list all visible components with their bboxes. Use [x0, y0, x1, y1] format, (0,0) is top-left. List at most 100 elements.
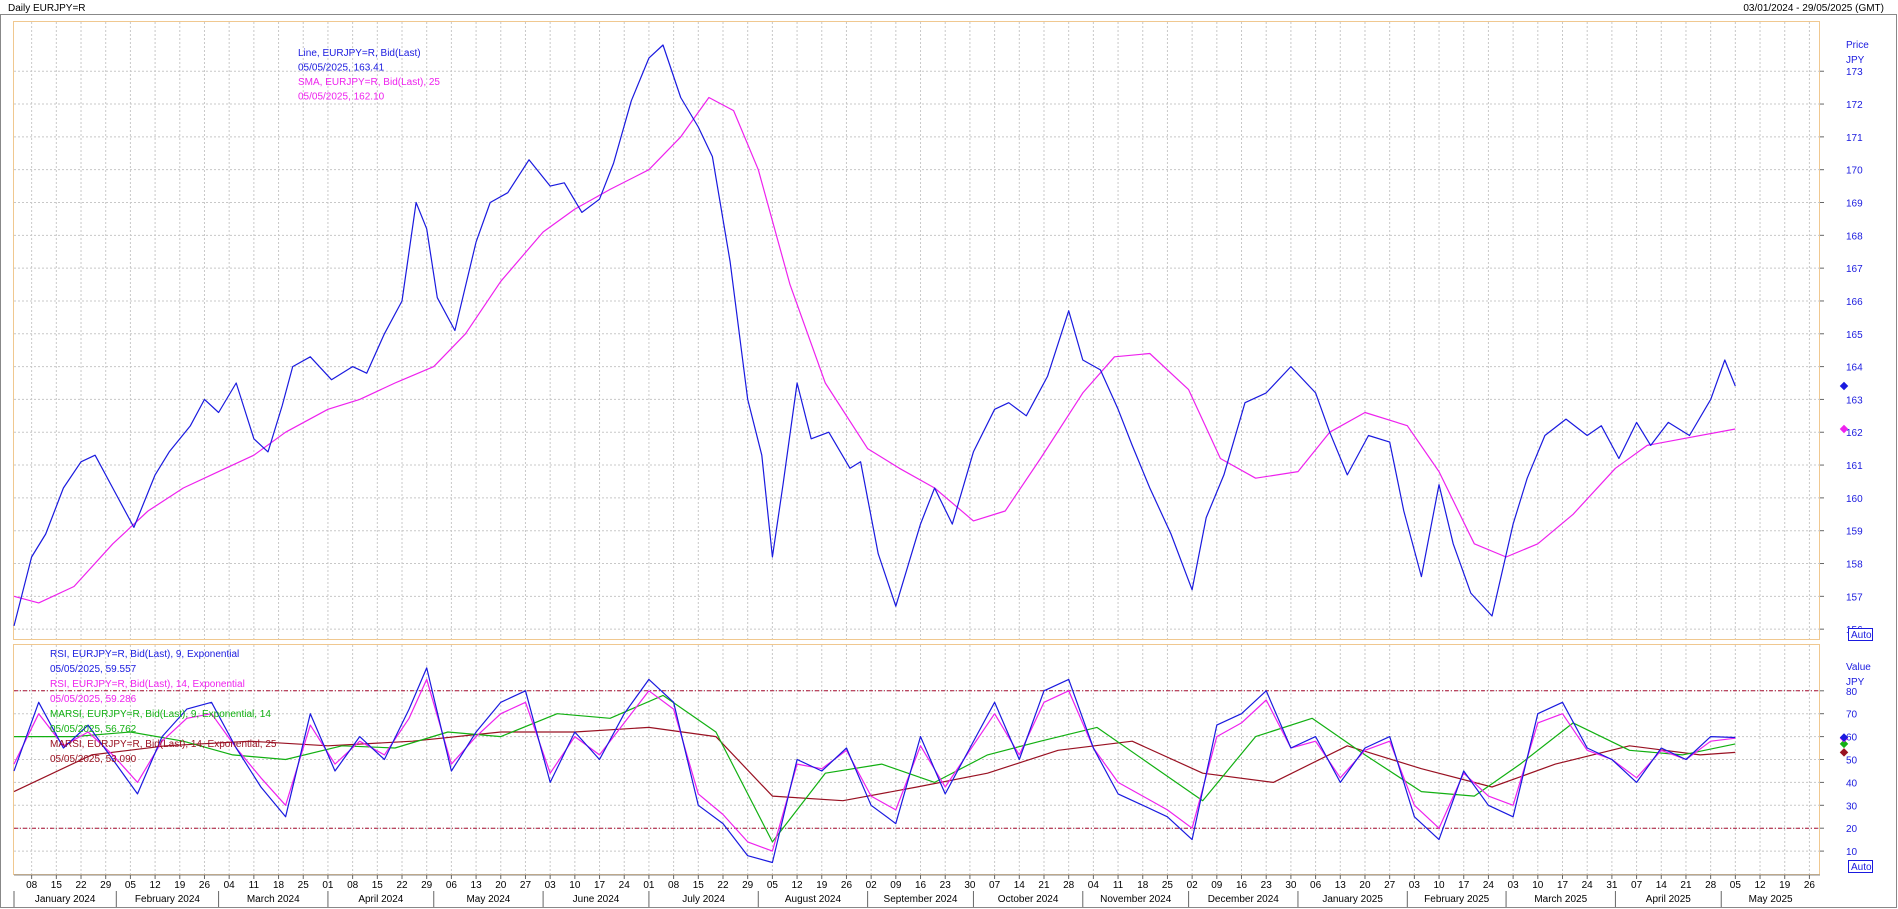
x-tick-label: 26	[841, 880, 853, 891]
sma-line	[13, 96, 1736, 604]
price-tick-label: 168	[1846, 231, 1863, 242]
rsi-auto-button[interactable]: Auto	[1848, 860, 1873, 874]
price-legend: Line, EURJPY=R, Bid(Last) 05/05/2025, 163…	[298, 48, 440, 103]
x-tick-label: 18	[1137, 880, 1149, 891]
price-tick-label: 163	[1846, 395, 1863, 406]
rsi-legend-entry: RSI, EURJPY=R, Bid(Last), 9, Exponential	[50, 649, 239, 660]
x-tick-label: 10	[1532, 880, 1544, 891]
x-tick-label: 31	[1606, 880, 1618, 891]
x-tick-label: 30	[1285, 880, 1297, 891]
rsi-legend-entry: 05/05/2025, 56.762	[50, 724, 137, 735]
x-tick-label: 10	[1433, 880, 1445, 891]
rsi-legend-entry: 05/05/2025, 59.286	[50, 694, 137, 705]
month-label: February 2025	[1424, 894, 1489, 905]
rsi-axis-unit: JPY	[1846, 677, 1865, 688]
chart-window: Daily EURJPY=R 03/01/2024 - 29/05/2025 (…	[0, 0, 1898, 909]
x-tick-label: 24	[1483, 880, 1495, 891]
price-tick-label: 161	[1846, 461, 1863, 472]
x-tick-label: 20	[1359, 880, 1371, 891]
x-tick-label: 19	[174, 880, 186, 891]
x-tick-label: 23	[1261, 880, 1273, 891]
month-label: October 2024	[998, 894, 1059, 905]
x-tick-label: 16	[1236, 880, 1248, 891]
x-tick-label: 26	[1804, 880, 1816, 891]
price-tick-label: 158	[1846, 560, 1863, 571]
price-axis: 1561571581591601611621631641651661671681…	[1820, 67, 1863, 636]
x-tick-label: 06	[446, 880, 458, 891]
price-auto-button[interactable]: Auto	[1848, 628, 1873, 642]
price-tick-label: 164	[1846, 363, 1863, 374]
price-tick-label: 167	[1846, 264, 1863, 275]
x-tick-label: 01	[643, 880, 655, 891]
chart-svg[interactable]: 1561571581591601611621631641651661671681…	[0, 0, 1898, 909]
x-tick-label: 17	[594, 880, 606, 891]
x-tick-label: 13	[471, 880, 483, 891]
x-tick-label: 22	[75, 880, 87, 891]
price-tick-label: 157	[1846, 592, 1863, 603]
price-tick-label: 169	[1846, 199, 1863, 210]
rsi-axis: 1020304050607080	[1820, 687, 1858, 858]
x-tick-label: 03	[1409, 880, 1421, 891]
rsi-tick-label: 80	[1846, 687, 1858, 698]
price-auto-label: Auto	[1851, 630, 1872, 641]
month-label: April 2025	[1646, 894, 1691, 905]
x-tick-label: 14	[1014, 880, 1026, 891]
x-tick-label: 19	[1779, 880, 1791, 891]
price-tick-label: 160	[1846, 494, 1863, 505]
price-tick-label: 162	[1846, 428, 1863, 439]
x-tick-label: 03	[1508, 880, 1520, 891]
x-tick-label: 15	[693, 880, 705, 891]
month-label: May 2025	[1749, 894, 1793, 905]
rsi-auto-label: Auto	[1851, 862, 1872, 873]
x-tick-label: 20	[495, 880, 507, 891]
x-tick-label: 09	[890, 880, 902, 891]
x-tick-label: 21	[1680, 880, 1692, 891]
x-tick-label: 18	[273, 880, 285, 891]
x-tick-label: 04	[1088, 880, 1100, 891]
x-tick-label: 23	[940, 880, 952, 891]
x-tick-label: 04	[224, 880, 236, 891]
x-tick-label: 07	[989, 880, 1001, 891]
x-tick-label: 19	[816, 880, 828, 891]
marsi9-line	[14, 694, 1736, 843]
month-label: January 2024	[35, 894, 96, 905]
month-label: May 2024	[466, 894, 510, 905]
month-label: February 2024	[135, 894, 200, 905]
rsi-axis-title: Value	[1846, 662, 1871, 673]
x-tick-label: 08	[26, 880, 38, 891]
x-tick-label: 16	[915, 880, 927, 891]
rsi-legend: RSI, EURJPY=R, Bid(Last), 9, Exponential…	[50, 649, 277, 765]
x-tick-label: 29	[742, 880, 754, 891]
price-line	[13, 44, 1736, 627]
rsi-tick-label: 50	[1846, 756, 1858, 767]
rsi-tick-label: 30	[1846, 801, 1858, 812]
rsi-legend-entry: 05/05/2025, 59.557	[50, 664, 137, 675]
price-tick-label: 173	[1846, 67, 1863, 78]
rsi-legend-entry: MARSI, EURJPY=R, Bid(Last), 9, Exponenti…	[50, 709, 271, 720]
price-axis-unit: JPY	[1846, 55, 1865, 66]
price-axis-title: Price	[1846, 40, 1869, 51]
month-label: August 2024	[785, 894, 842, 905]
x-tick-label: 27	[520, 880, 532, 891]
x-tick-label: 01	[322, 880, 334, 891]
rsi-tick-label: 10	[1846, 847, 1858, 858]
x-tick-label: 10	[569, 880, 581, 891]
price-panel-border	[13, 21, 1820, 640]
price-legend-entry: SMA, EURJPY=R, Bid(Last), 25	[298, 77, 440, 88]
month-label: December 2024	[1208, 894, 1280, 905]
x-tick-label: 08	[347, 880, 359, 891]
x-tick-label: 26	[199, 880, 211, 891]
x-tick-label: 22	[717, 880, 729, 891]
x-tick-label: 21	[1038, 880, 1050, 891]
price-tick-label: 159	[1846, 527, 1863, 538]
x-tick-label: 17	[1458, 880, 1470, 891]
x-tick-label: 15	[372, 880, 384, 891]
month-label: March 2025	[1534, 894, 1587, 905]
rsi-tick-label: 70	[1846, 710, 1858, 721]
rsi-legend-entry: MARSI, EURJPY=R, Bid(Last), 14, Exponent…	[50, 739, 277, 750]
month-label: June 2024	[573, 894, 620, 905]
x-tick-label: 22	[396, 880, 408, 891]
x-tick-label: 09	[1211, 880, 1223, 891]
x-tick-label: 25	[1162, 880, 1174, 891]
price-line-last-marker	[1839, 381, 1849, 391]
